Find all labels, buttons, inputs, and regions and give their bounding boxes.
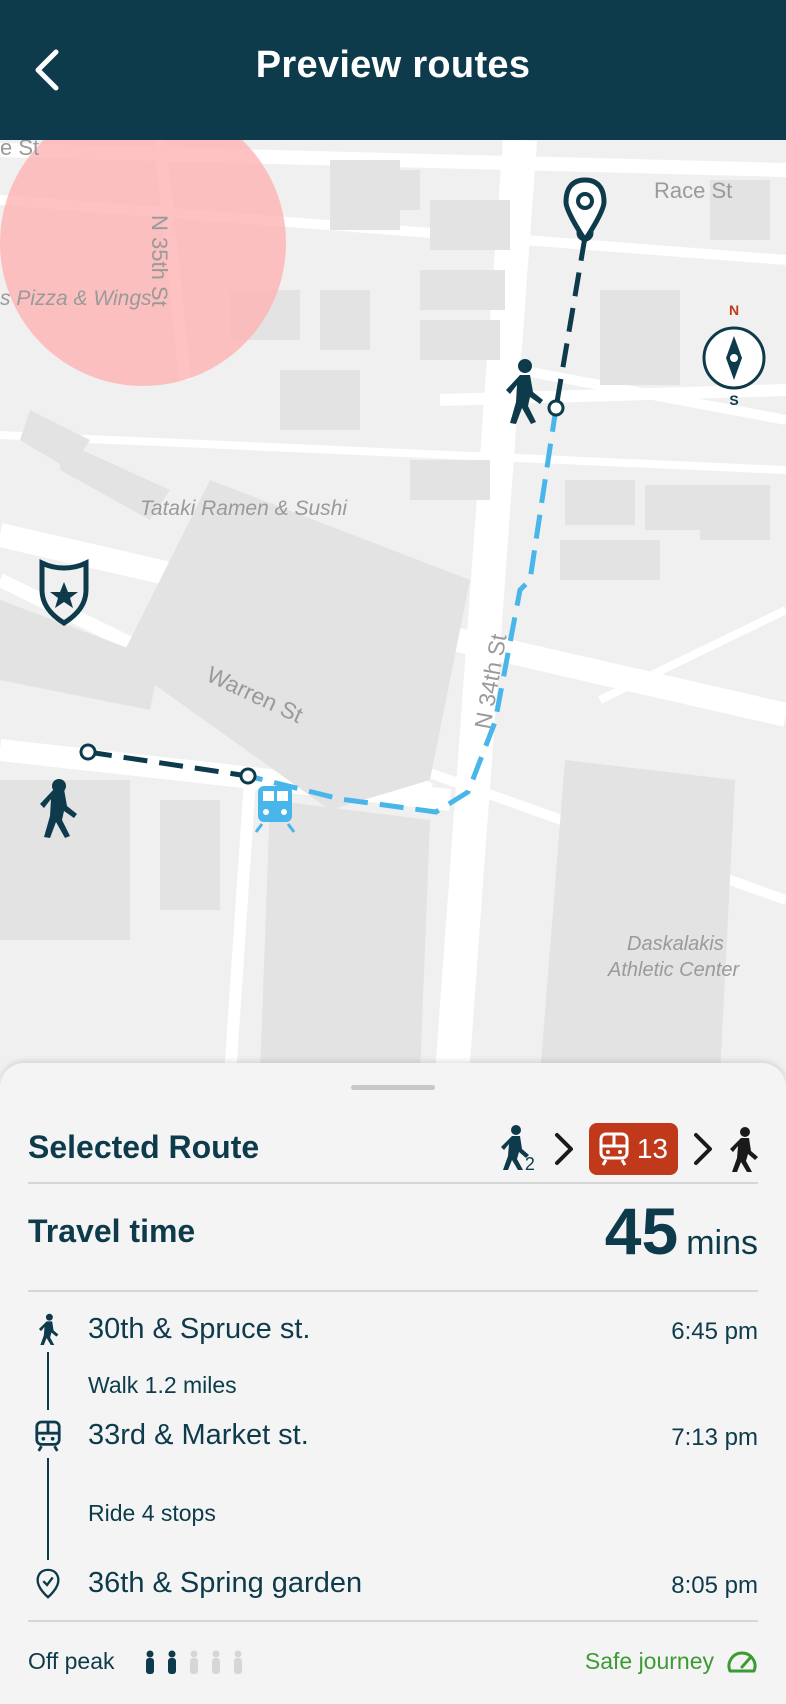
walk-icon	[38, 1313, 59, 1345]
timeline-connector	[47, 1458, 49, 1560]
route-node[interactable]	[239, 767, 257, 785]
street-label-race: Race St	[654, 178, 732, 203]
train-icon	[599, 1132, 629, 1166]
crowd-level-icon	[141, 1650, 247, 1674]
selected-route-row: Selected Route 2 13	[28, 1119, 758, 1179]
train-route-badge[interactable]: 13	[588, 1123, 678, 1175]
crowd-indicator: Off peak	[28, 1648, 247, 1675]
route-node[interactable]	[79, 743, 97, 761]
destination-pin-icon[interactable]	[563, 177, 607, 245]
train-route-number: 13	[636, 1133, 668, 1164]
sheet-drag-handle[interactable]	[351, 1085, 435, 1090]
step-time: 6:45 pm	[671, 1318, 758, 1345]
route-node[interactable]	[547, 399, 565, 417]
compass-north-label: N	[728, 302, 740, 318]
divider	[28, 1290, 758, 1292]
segment-ride: Ride 4 stops	[88, 1500, 216, 1526]
crowd-label: Off peak	[28, 1648, 115, 1674]
walk-icon	[730, 1127, 758, 1172]
poi-label-athletic-2: Athletic Center	[607, 959, 741, 981]
selected-route-label: Selected Route	[28, 1129, 260, 1165]
route-summary[interactable]: 2 13	[499, 1119, 758, 1179]
step-time: 8:05 pm	[671, 1572, 758, 1599]
poi-label-pizza: s Pizza & Wings	[0, 287, 152, 310]
app-header: Preview routes	[0, 0, 786, 140]
destination-pin-icon	[36, 1568, 60, 1599]
map-canvas: N 35th St s Pizza & Wings Tataki Ramen &…	[0, 140, 786, 1075]
walk-icon: 2	[499, 1124, 539, 1174]
train-icon	[35, 1420, 61, 1452]
safety-status[interactable]: Safe journey	[585, 1648, 758, 1675]
safety-label: Safe journey	[584, 1648, 714, 1674]
step-place: 36th & Spring garden	[88, 1567, 363, 1599]
segment-walk: Walk 1.2 miles	[88, 1372, 237, 1398]
compass-icon	[702, 326, 766, 390]
walk-count: 2	[524, 1154, 535, 1174]
travel-time-value: 45	[604, 1194, 679, 1268]
chevron-right-icon	[694, 1133, 712, 1165]
route-map[interactable]: N 35th St s Pizza & Wings Tataki Ramen &…	[0, 140, 786, 1075]
compass-button[interactable]: N S	[700, 302, 768, 412]
poi-label-ramen: Tataki Ramen & Sushi	[140, 497, 348, 520]
divider	[28, 1182, 758, 1184]
step-place: 33rd & Market st.	[88, 1419, 309, 1451]
step-time: 7:13 pm	[671, 1424, 758, 1451]
danger-zone	[0, 140, 286, 386]
speedometer-icon	[727, 1651, 757, 1672]
divider	[28, 1620, 758, 1622]
chevron-right-icon	[554, 1133, 573, 1165]
timeline-connector	[47, 1352, 49, 1410]
compass-south-label: S	[729, 392, 739, 408]
street-label-partial: e St	[0, 140, 39, 160]
page-title: Preview routes	[255, 44, 531, 86]
step-place: 30th & Spruce st.	[88, 1313, 311, 1345]
travel-time-row: Travel time 45 mins	[28, 1194, 758, 1273]
travel-time-unit: mins	[686, 1224, 758, 1262]
poi-label-athletic-1: Daskalakis	[627, 933, 724, 955]
travel-time-label: Travel time	[28, 1213, 196, 1249]
